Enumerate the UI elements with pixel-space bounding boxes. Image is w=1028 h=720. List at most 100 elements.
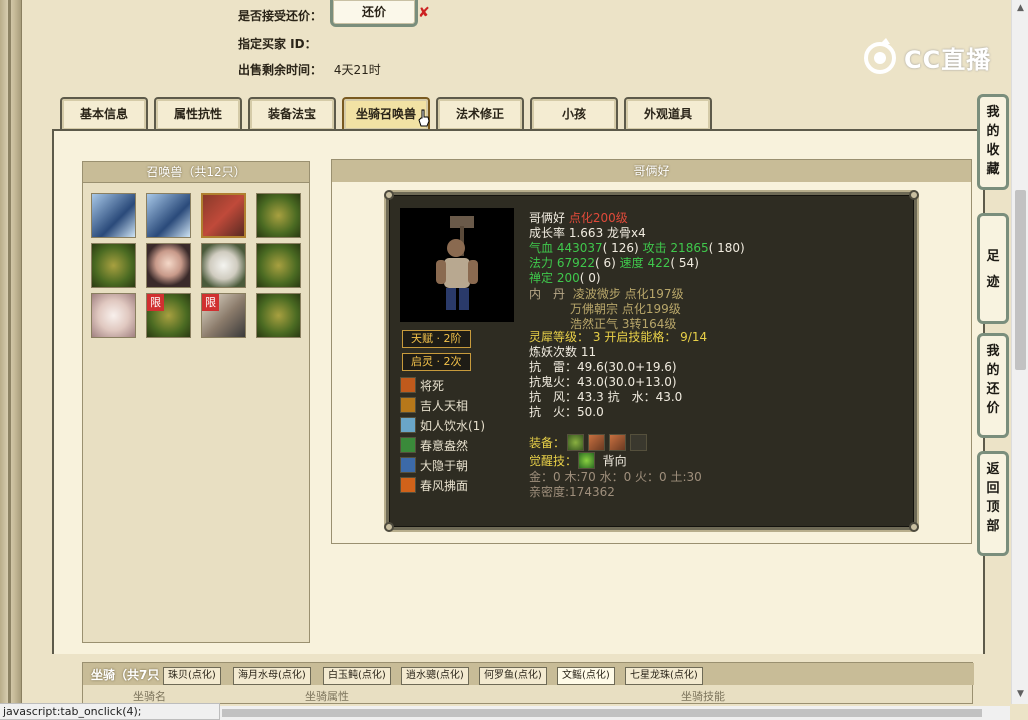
- awaken-skill-icon[interactable]: [578, 452, 595, 469]
- equip-slot-3-icon[interactable]: [609, 434, 626, 451]
- hp-label: 气血: [529, 241, 554, 255]
- skill-jiangsi-icon: [400, 377, 416, 393]
- skill-item[interactable]: 吉人天相: [400, 396, 520, 414]
- inner-3: 浩然正气 3转164级: [570, 317, 677, 331]
- pet-slot[interactable]: [256, 193, 301, 238]
- atk-label: 攻击: [642, 241, 667, 255]
- equip-slot-2-icon[interactable]: [588, 434, 605, 451]
- mount-tab-qixing[interactable]: 七星龙珠(点化): [625, 667, 703, 685]
- hand-cursor-icon: [418, 109, 430, 127]
- pet-detail-title: 哥俩好: [332, 160, 971, 182]
- pet-slot[interactable]: [91, 243, 136, 288]
- equip-slot-4-icon[interactable]: [630, 434, 647, 451]
- spirit-line: 灵犀等级： 3 开启技能格： 9/14: [529, 330, 707, 345]
- mount-tab-haiyue[interactable]: 海月水母(点化): [233, 667, 311, 685]
- mount-tab-baiyu[interactable]: 白玉鲀(点化): [323, 667, 391, 685]
- zen-value: 200: [556, 271, 580, 285]
- horizontal-scrollbar[interactable]: [220, 706, 1010, 720]
- mount-title: 坐骑（共7只: [91, 668, 160, 682]
- inner-line-1: 内 丹 凌波微步 点化197级: [529, 287, 684, 302]
- close-icon: ✘: [418, 5, 430, 21]
- col-mount-name: 坐骑名: [133, 690, 166, 703]
- tab-spell-correction[interactable]: 法术修正: [436, 97, 524, 130]
- skill-name: 春意盎然: [420, 439, 469, 453]
- spirit-value: 3: [592, 330, 601, 344]
- buyer-label: 指定买家 ID：: [238, 37, 317, 51]
- res-wind-label: 抗 风：: [529, 390, 578, 404]
- res-wind-value: 43.3: [577, 390, 604, 404]
- skill-dayinyuchao-icon: [400, 457, 416, 473]
- mount-tab-zhubei[interactable]: 珠贝(点化): [163, 667, 221, 685]
- res-line-1: 抗 雷：49.6(30.0+19.6): [529, 360, 677, 375]
- res-line-4: 抗 火：50.0: [529, 405, 604, 420]
- spd-extra: ( 54): [670, 256, 699, 270]
- back-to-top-button[interactable]: 返回顶部: [977, 451, 1009, 556]
- atk-value: 21865: [670, 241, 709, 255]
- corner-ornament: [909, 522, 919, 532]
- atk-extra: ( 180): [708, 241, 745, 255]
- elements-value: 金：0 木:70 水：0 火：0 土:30: [529, 470, 702, 484]
- inner-2: 万佛朝宗 点化199级: [570, 302, 681, 316]
- mount-tab-xiaoshui[interactable]: 逍水骢(点化): [401, 667, 469, 685]
- mount-header: 坐骑（共7只 珠贝(点化) 海月水母(点化) 白玉鲀(点化) 逍水骢(点化) 何…: [83, 663, 974, 685]
- pet-slot[interactable]: [146, 243, 191, 288]
- pet-slot[interactable]: [256, 293, 301, 338]
- tab-basic-info[interactable]: 基本信息: [60, 97, 148, 130]
- pet-slot[interactable]: [91, 293, 136, 338]
- scroll-thumb[interactable]: [1015, 190, 1026, 370]
- mount-tab-wenyao[interactable]: 文鳐(点化): [557, 667, 615, 685]
- skill-item[interactable]: 春意盎然: [400, 436, 520, 454]
- pet-slot[interactable]: [146, 193, 191, 238]
- pet-slot-selected[interactable]: [201, 193, 246, 238]
- tab-equipment[interactable]: 装备法宝: [248, 97, 336, 130]
- limited-badge: 限: [147, 294, 164, 311]
- intimacy-line: 亲密度:174362: [529, 485, 615, 500]
- tab-mount-pets[interactable]: 坐骑召唤兽: [342, 97, 430, 130]
- skill-name: 吉人天相: [420, 399, 469, 413]
- mount-tab-heluo[interactable]: 何罗鱼(点化): [479, 667, 547, 685]
- pet-slot[interactable]: 限: [201, 293, 246, 338]
- skill-chunfengfumian-icon: [400, 477, 416, 493]
- skill-open-value: 9/14: [680, 330, 708, 344]
- pet-level: 点化200级: [568, 211, 628, 225]
- mp-extra: ( 6): [595, 256, 616, 270]
- tab-child[interactable]: 小孩: [530, 97, 618, 130]
- col-mount-attr: 坐骑属性: [305, 690, 349, 703]
- res-fire-label: 抗 火：: [529, 405, 578, 419]
- spd-label: 速度: [619, 256, 644, 270]
- buyer-row: 指定买家 ID：: [238, 35, 317, 52]
- cc-logo-icon: [864, 38, 896, 74]
- logo-text: CC直播: [904, 46, 992, 74]
- pet-slot[interactable]: [91, 193, 136, 238]
- skill-item[interactable]: 大隐于朝: [400, 456, 520, 474]
- skill-name: 春风拂面: [420, 479, 469, 493]
- pet-slot[interactable]: 限: [146, 293, 191, 338]
- pet-slot[interactable]: [256, 243, 301, 288]
- scroll-up-icon[interactable]: ▲: [1012, 0, 1028, 17]
- pet-list-panel: 召唤兽（共12只） 限 限: [82, 161, 310, 643]
- pet-slot[interactable]: [201, 243, 246, 288]
- skill-rurenyinshui-icon: [400, 417, 416, 433]
- my-counter-offers-button[interactable]: 我的还价: [977, 333, 1009, 438]
- vertical-scrollbar[interactable]: ▲ ▼: [1011, 0, 1028, 704]
- status-bar: javascript:tab_onclick(4);: [0, 703, 220, 720]
- my-favorites-button[interactable]: 我的收藏: [977, 94, 1009, 190]
- pet-list-title: 召唤兽（共12只）: [83, 162, 309, 183]
- equip-slot-1-icon[interactable]: [567, 434, 584, 451]
- tab-attributes[interactable]: 属性抗性: [154, 97, 242, 130]
- my-counter-offers-label: 我的还价: [986, 344, 1000, 416]
- corner-ornament: [909, 190, 919, 200]
- skill-jirentianxiang-icon: [400, 397, 416, 413]
- refine-value: 11: [580, 345, 597, 359]
- skill-item[interactable]: 春风拂面: [400, 476, 520, 494]
- inner-line-2: 万佛朝宗 点化199级: [570, 302, 681, 317]
- skill-item[interactable]: 如人饮水(1): [400, 416, 520, 434]
- skill-open-label: 开启技能格：: [604, 330, 677, 344]
- horizontal-scroll-thumb[interactable]: [222, 709, 982, 717]
- tab-appearance[interactable]: 外观道具: [624, 97, 712, 130]
- footprint-button[interactable]: 足迹: [977, 213, 1009, 324]
- counter-offer-button[interactable]: 还价: [330, 0, 418, 27]
- scroll-down-icon[interactable]: ▼: [1012, 686, 1028, 703]
- skill-item[interactable]: 将死: [400, 376, 520, 394]
- pet-name: 哥俩好: [529, 211, 566, 225]
